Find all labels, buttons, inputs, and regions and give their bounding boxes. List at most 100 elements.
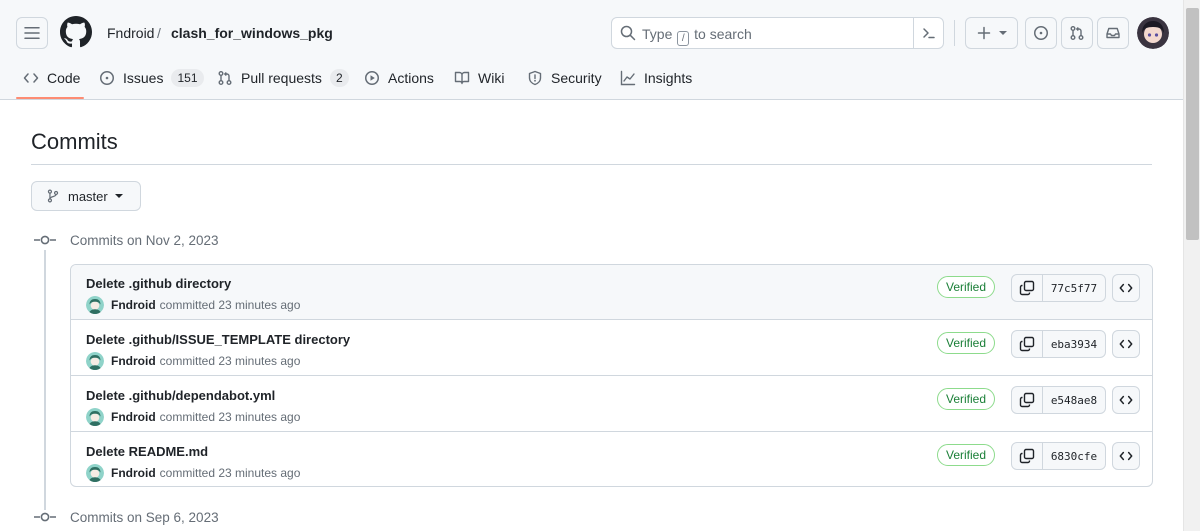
- commit-time: committed 23 minutes ago: [159, 410, 301, 424]
- breadcrumb-owner[interactable]: Fndroid: [107, 25, 154, 41]
- header-divider: [954, 20, 955, 46]
- search-icon: [620, 25, 636, 41]
- breadcrumb-repo[interactable]: clash_for_windows_pkg: [171, 25, 333, 41]
- commit-time: committed 23 minutes ago: [159, 298, 301, 312]
- inbox-button[interactable]: [1097, 17, 1129, 49]
- git-pull-request-icon: [1070, 26, 1084, 40]
- graph-icon: [620, 70, 636, 86]
- avatar-image-icon: [86, 296, 104, 314]
- tab-issues[interactable]: Issues 151: [99, 68, 204, 88]
- tab-actions[interactable]: Actions: [364, 68, 434, 88]
- tab-insights[interactable]: Insights: [620, 68, 692, 88]
- pull-requests-counter: 2: [329, 69, 349, 87]
- commit-title-link[interactable]: Delete .github directory: [86, 276, 231, 292]
- command-palette-button[interactable]: [913, 18, 944, 48]
- author-avatar[interactable]: [86, 352, 104, 370]
- play-icon: [365, 71, 379, 85]
- tab-security[interactable]: Security: [527, 68, 602, 88]
- copy-icon: [1019, 336, 1035, 352]
- code-icon: [23, 73, 39, 83]
- author-avatar[interactable]: [86, 296, 104, 314]
- search-input[interactable]: Type / to search: [611, 17, 944, 49]
- browse-repo-at-commit-button[interactable]: [1112, 274, 1140, 302]
- page-scrollbar[interactable]: [1183, 0, 1200, 531]
- tab-label: Code: [47, 70, 81, 86]
- create-new-button[interactable]: [965, 17, 1018, 49]
- verified-badge[interactable]: Verified: [937, 276, 996, 298]
- pull-requests-button[interactable]: [1061, 17, 1093, 49]
- copy-sha-button[interactable]: [1012, 387, 1043, 413]
- commit-time: committed 23 minutes ago: [159, 466, 301, 480]
- commit-sha-group: eba3934: [1011, 330, 1106, 358]
- triangle-down-icon: [114, 194, 123, 198]
- shield-icon: [528, 70, 542, 86]
- avatar-image-icon: [86, 408, 104, 426]
- browse-repo-at-commit-button[interactable]: [1112, 330, 1140, 358]
- commit-sha-link[interactable]: 6830cfe: [1043, 443, 1105, 469]
- commit-title-link[interactable]: Delete README.md: [86, 444, 208, 460]
- code-icon: [1119, 339, 1133, 349]
- tab-wiki[interactable]: Wiki: [454, 68, 504, 88]
- timeline-line: [44, 250, 46, 510]
- commit-sha-group: 77c5f77: [1011, 274, 1106, 302]
- commit-author-link[interactable]: Fndroid: [111, 354, 156, 368]
- commit-group-date: Commits on Sep 6, 2023: [70, 510, 219, 525]
- verified-badge[interactable]: Verified: [937, 444, 996, 466]
- author-avatar[interactable]: [86, 464, 104, 482]
- terminal-icon: [923, 28, 935, 39]
- browse-repo-at-commit-button[interactable]: [1112, 442, 1140, 470]
- copy-sha-button[interactable]: [1012, 331, 1043, 357]
- user-avatar[interactable]: [1137, 17, 1169, 49]
- book-icon: [454, 71, 470, 85]
- commit-row: Delete .github/ISSUE_TEMPLATE directory …: [71, 321, 1152, 376]
- search-placeholder-prefix: Type: [642, 26, 673, 42]
- commit-sha-link[interactable]: eba3934: [1043, 331, 1105, 357]
- commit-meta: Fndroid committed 23 minutes ago: [86, 296, 300, 314]
- tab-code[interactable]: Code: [23, 68, 80, 88]
- github-logo-icon[interactable]: [60, 16, 92, 48]
- commit-title-link[interactable]: Delete .github/dependabot.yml: [86, 388, 275, 404]
- breadcrumb-separator: /: [157, 25, 161, 41]
- commit-sha-link[interactable]: e548ae8: [1043, 387, 1105, 413]
- search-placeholder-suffix: to search: [694, 26, 752, 42]
- commit-time: committed 23 minutes ago: [159, 354, 301, 368]
- avatar-image-icon: [86, 464, 104, 482]
- author-avatar[interactable]: [86, 408, 104, 426]
- commit-author-link[interactable]: Fndroid: [111, 410, 156, 424]
- commit-row: Delete .github directory Fndroid committ…: [71, 265, 1152, 320]
- tab-pull-requests[interactable]: Pull requests 2: [217, 68, 349, 88]
- title-divider: [31, 164, 1152, 165]
- tab-label: Actions: [388, 70, 434, 86]
- scrollbar-thumb[interactable]: [1186, 8, 1199, 240]
- avatar-image-icon: [86, 352, 104, 370]
- three-bars-icon: [24, 27, 40, 39]
- commit-row: Delete README.md Fndroid committed 23 mi…: [71, 433, 1152, 486]
- commit-meta: Fndroid committed 23 minutes ago: [86, 408, 300, 426]
- commit-author-link[interactable]: Fndroid: [111, 466, 156, 480]
- tab-label: Insights: [644, 70, 693, 86]
- tab-label: Pull requests: [241, 70, 322, 86]
- commit-author-link[interactable]: Fndroid: [111, 298, 156, 312]
- open-global-nav-button[interactable]: [16, 17, 48, 49]
- slash-key-hint: /: [677, 31, 690, 46]
- code-icon: [1119, 395, 1133, 405]
- git-pull-request-icon: [218, 71, 232, 85]
- tab-label: Issues: [123, 70, 164, 86]
- plus-icon: [977, 26, 991, 40]
- tab-label: Wiki: [478, 70, 505, 86]
- copy-sha-button[interactable]: [1012, 275, 1043, 301]
- inbox-icon: [1106, 27, 1120, 39]
- browse-repo-at-commit-button[interactable]: [1112, 386, 1140, 414]
- commit-list: Delete .github directory Fndroid committ…: [70, 264, 1153, 487]
- branch-selector-button[interactable]: master: [31, 181, 141, 211]
- commit-title-link[interactable]: Delete .github/ISSUE_TEMPLATE directory: [86, 332, 350, 348]
- issues-button[interactable]: [1025, 17, 1057, 49]
- copy-sha-button[interactable]: [1012, 443, 1043, 469]
- commit-sha-group: 6830cfe: [1011, 442, 1106, 470]
- commit-sha-link[interactable]: 77c5f77: [1043, 275, 1105, 301]
- app-header: Fndroid / clash_for_windows_pkg Type / t…: [0, 0, 1183, 100]
- verified-badge[interactable]: Verified: [937, 332, 996, 354]
- verified-badge[interactable]: Verified: [937, 388, 996, 410]
- selected-tab-indicator: [16, 97, 84, 99]
- branch-name: master: [68, 188, 108, 204]
